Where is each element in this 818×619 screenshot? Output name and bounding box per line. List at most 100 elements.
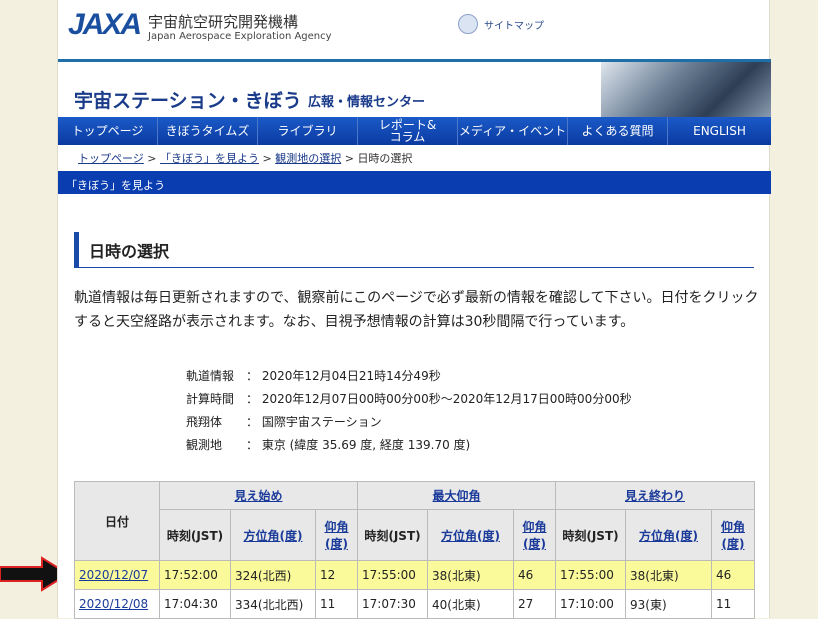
azimuth-header-label[interactable]: 方位角(度) [639, 529, 698, 543]
intro-text: 軌道情報は毎日更新されますので、観察前にこのページで必ず最新の情報を確認して下さ… [74, 290, 759, 330]
elevation-header: 仰角(度) [513, 509, 556, 561]
info-key: 観測地 [186, 438, 223, 452]
table-cell: 38(北東) [625, 560, 712, 590]
date-cell: 2020/12/08 [74, 589, 160, 619]
cell-value: 17:10:00 [560, 597, 614, 611]
table-cell: 17:04:30 [159, 589, 231, 619]
cell-value: 46 [518, 568, 534, 582]
time-header: 時刻(JST) [357, 509, 428, 561]
table-cell: 46 [513, 560, 556, 590]
org-name-jp: 宇宙航空研究開発機構 [148, 13, 299, 31]
pass-table: 日付 見え始め 最大仰角 見え終わり 時刻(JST) 方位角(度) 仰角(度) 時刻(… [74, 481, 755, 619]
banner-subtitle: 広報・情報センター [308, 95, 426, 110]
nav-report-column[interactable]: レポート&コラム [358, 117, 458, 145]
table-cell: 17:55:00 [357, 560, 428, 590]
azimuth-header: 方位角(度) [427, 509, 514, 561]
main-nav: トップページ きぼうタイムズ ライブラリ レポート&コラム メディア・イベント … [58, 117, 771, 145]
date-link[interactable]: 2020/12/08 [79, 597, 148, 611]
table-cell: 12 [315, 560, 358, 590]
banner-title[interactable]: 宇宙ステーション・きぼう [74, 86, 302, 113]
nav-media-event[interactable]: メディア・イベント [458, 117, 568, 145]
elevation-header: 仰角(度) [315, 509, 358, 561]
table-cell: 11 [315, 589, 358, 619]
table-cell: 40(北東) [427, 589, 514, 619]
table-cell: 11 [711, 589, 755, 619]
cell-value: 46 [716, 568, 732, 582]
page-title: 日時の選択 [74, 232, 754, 268]
group-header: 最大仰角 [357, 481, 556, 510]
cell-value: 324(北西) [235, 568, 292, 583]
iss-image [601, 62, 771, 117]
cell-value: 12 [320, 568, 336, 582]
azimuth-header-label[interactable]: 方位角(度) [441, 529, 500, 543]
cell-value: 334(北北西) [235, 597, 304, 612]
cell-value: 93(東) [630, 597, 667, 612]
elevation-header-label[interactable]: 仰角(度) [522, 520, 546, 551]
azimuth-header: 方位角(度) [625, 509, 712, 561]
group-end-link[interactable]: 見え終わり [625, 489, 685, 503]
time-header: 時刻(JST) [555, 509, 626, 561]
cell-value: 38(北東) [432, 568, 481, 583]
crumb-top[interactable]: トップページ [78, 152, 144, 165]
cell-value: 11 [716, 597, 732, 611]
sitemap-link[interactable]: サイトマップ [458, 14, 544, 34]
cell-value: 40(北東) [432, 597, 481, 612]
elevation-header: 仰角(度) [711, 509, 755, 561]
nav-kibo-times[interactable]: きぼうタイムズ [158, 117, 258, 145]
crumb-sep: > [341, 152, 358, 165]
header: JAXA 宇宙航空研究開発機構 Japan Aerospace Explorat… [58, 0, 771, 60]
table-cell: 46 [711, 560, 755, 590]
cell-value: 17:55:00 [362, 568, 416, 582]
table-row: 2020/12/07 17:52:00 324(北西) 12 17:55:00 38(北東… [74, 560, 755, 590]
nav-library[interactable]: ライブラリ [258, 117, 358, 145]
cell-value: 11 [320, 597, 336, 611]
time-header-label: 時刻(JST) [166, 528, 224, 543]
jaxa-logo[interactable]: JAXA [68, 8, 142, 42]
table-cell: 17:10:00 [555, 589, 626, 619]
group-header: 見え始め [159, 481, 358, 510]
banner: 宇宙ステーション・きぼう 広報・情報センター [58, 62, 771, 117]
sitemap-icon [458, 14, 478, 34]
table-cell: 17:55:00 [555, 560, 626, 590]
table-cell: 27 [513, 589, 556, 619]
info-value: ： 東京 (緯度 35.69 度, 経度 139.70 度) [246, 438, 471, 452]
crumb-kibo[interactable]: 「きぼう」を見よう [160, 152, 259, 165]
date-link[interactable]: 2020/12/07 [79, 568, 148, 582]
crumb-location[interactable]: 観測地の選択 [275, 152, 341, 165]
breadcrumb: トップページ > 「きぼう」を見よう > 観測地の選択 > 日時の選択 [78, 150, 412, 166]
date-header: 日付 [74, 481, 160, 561]
info-value: ： 2020年12月04日21時14分49秒 [246, 369, 441, 383]
crumb-current: 日時の選択 [357, 152, 413, 165]
info-key: 飛翔体 [186, 415, 223, 429]
group-start-link[interactable]: 見え始め [234, 489, 282, 503]
section-bar: 「きぼう」を見よう [58, 171, 771, 194]
info-key: 軌道情報 [186, 369, 235, 383]
cell-value: 38(北東) [630, 568, 679, 583]
time-header-label: 時刻(JST) [364, 528, 421, 543]
info-value: ： 国際宇宙ステーション [246, 415, 382, 429]
date-cell: 2020/12/07 [74, 560, 160, 590]
table-cell: 38(北東) [427, 560, 514, 590]
org-name-en: Japan Aerospace Exploration Agency [148, 31, 332, 42]
info-value: ： 2020年12月07日00時00分00秒～2020年12月17日00時00分… [246, 392, 632, 406]
nav-english[interactable]: ENGLISH [668, 117, 771, 145]
info-key: 計算時間 [186, 392, 235, 406]
group-header: 見え終わり [555, 481, 755, 510]
nav-faq[interactable]: よくある質問 [568, 117, 668, 145]
cell-value: 17:55:00 [560, 568, 614, 582]
orbit-info: 軌道情報 ： 2020年12月04日21時14分49秒 計算時間 ： 2020年12… [186, 367, 632, 459]
elevation-header-label[interactable]: 仰角(度) [721, 520, 745, 551]
sitemap-label: サイトマップ [484, 20, 544, 32]
table-cell: 324(北西) [230, 560, 316, 590]
cell-value: 17:52:00 [164, 568, 218, 582]
azimuth-header-label[interactable]: 方位角(度) [244, 529, 303, 543]
nav-top[interactable]: トップページ [58, 117, 158, 145]
azimuth-header: 方位角(度) [230, 509, 316, 561]
table-cell: 93(東) [625, 589, 712, 619]
cell-value: 17:07:30 [362, 597, 416, 611]
time-header-label: 時刻(JST) [562, 528, 619, 543]
crumb-sep: > [259, 152, 276, 165]
elevation-header-label[interactable]: 仰角(度) [324, 520, 348, 551]
time-header: 時刻(JST) [159, 509, 231, 561]
group-max-link[interactable]: 最大仰角 [432, 489, 480, 503]
